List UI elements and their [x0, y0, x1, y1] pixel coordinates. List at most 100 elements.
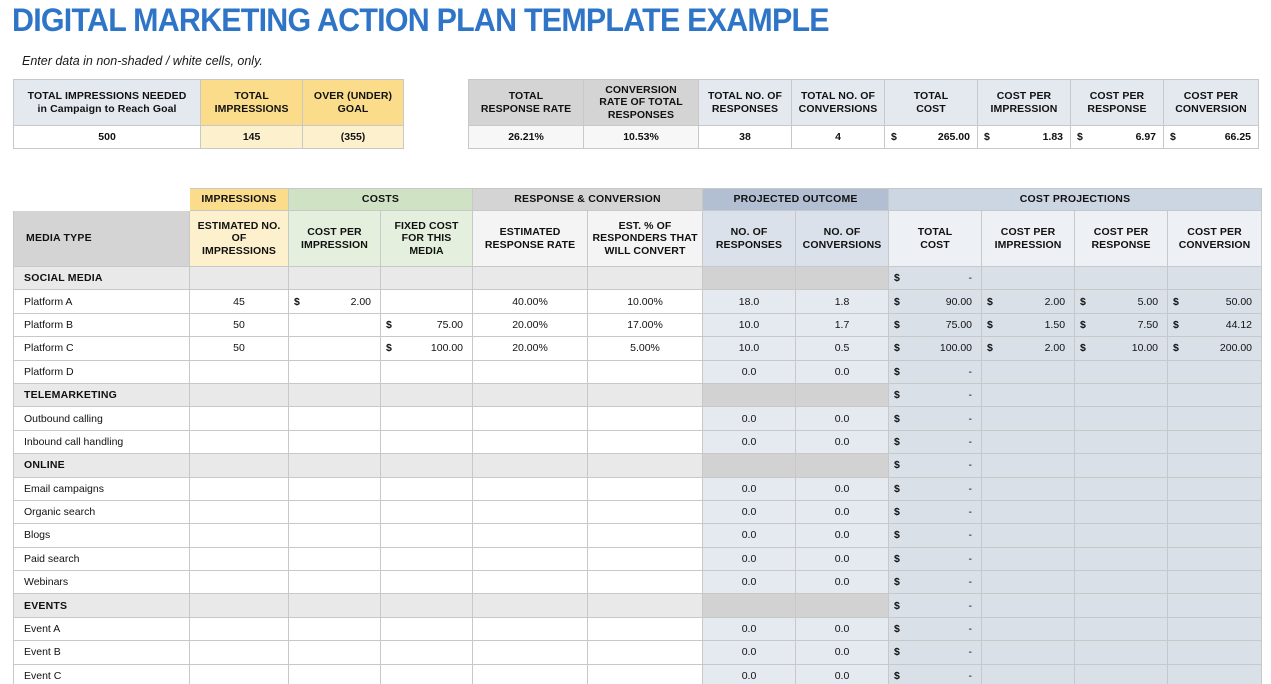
summary-right-header-3: TOTAL NO. OFCONVERSIONS	[792, 80, 885, 126]
cell-est_response_rate[interactable]	[473, 477, 588, 500]
column-header-row: MEDIA TYPEESTIMATED NO. OFIMPRESSIONSCOS…	[14, 211, 1262, 267]
cell-est_response_rate[interactable]	[473, 407, 588, 430]
cell-est_response_rate[interactable]: 20.00%	[473, 313, 588, 336]
cell-impressions[interactable]	[190, 617, 289, 640]
cell-impressions[interactable]	[190, 360, 289, 383]
cell-impressions[interactable]	[190, 477, 289, 500]
cell-est_convert[interactable]	[588, 500, 703, 523]
cell-impressions[interactable]	[190, 571, 289, 594]
cell-fixed_cost[interactable]	[381, 617, 473, 640]
cell-fixed_cost[interactable]	[381, 641, 473, 664]
cell-impressions[interactable]	[190, 641, 289, 664]
cell-est_convert[interactable]	[588, 524, 703, 547]
currency-symbol: $	[894, 436, 900, 448]
media-item-label: Blogs	[14, 524, 190, 547]
currency-symbol: $	[386, 319, 392, 331]
cell-fixed_cost[interactable]	[381, 664, 473, 684]
cell-est_response_rate[interactable]	[473, 500, 588, 523]
cell-cost_per_impression[interactable]	[289, 360, 381, 383]
cell-impressions[interactable]: 50	[190, 313, 289, 336]
cell-est_convert[interactable]	[588, 360, 703, 383]
cell-cost_per_impression[interactable]	[289, 641, 381, 664]
column-header-2: FIXED COSTFOR THISMEDIA	[381, 211, 473, 267]
cell-fixed_cost[interactable]	[381, 290, 473, 313]
summary-left-value-0[interactable]: 500	[14, 126, 201, 149]
cell-fixed_cost[interactable]	[381, 430, 473, 453]
summary-left-value-1[interactable]: 145	[201, 126, 303, 149]
cell-total_cost: $-	[889, 360, 982, 383]
cell-cost_per_impression[interactable]	[289, 617, 381, 640]
cell-est_response_rate[interactable]: 40.00%	[473, 290, 588, 313]
cell-est_convert[interactable]	[588, 617, 703, 640]
cell-cost_per_impression[interactable]	[289, 337, 381, 360]
cell-impressions[interactable]	[190, 500, 289, 523]
cell-est_convert[interactable]	[588, 664, 703, 684]
cell-est_convert[interactable]: 17.00%	[588, 313, 703, 336]
cell-total_cost: $-	[889, 664, 982, 684]
column-header-7: TOTALCOST	[889, 211, 982, 267]
cell-est_response_rate[interactable]	[473, 641, 588, 664]
cell-fixed_cost[interactable]: $75.00	[381, 313, 473, 336]
cell-fixed_cost[interactable]: $100.00	[381, 337, 473, 360]
cell-cost_per_impression[interactable]	[289, 664, 381, 684]
cell-no_conversions: 0.0	[796, 477, 889, 500]
column-header-9: COST PERRESPONSE	[1075, 211, 1168, 267]
cell-cpi	[982, 430, 1075, 453]
table-row: Platform B50$75.0020.00%17.00%10.01.7$75…	[14, 313, 1262, 336]
section-cell-6	[796, 454, 889, 477]
cell-impressions[interactable]	[190, 664, 289, 684]
cell-est_convert[interactable]	[588, 477, 703, 500]
cell-fixed_cost[interactable]	[381, 524, 473, 547]
section-label: TELEMARKETING	[14, 383, 190, 406]
cell-impressions[interactable]	[190, 524, 289, 547]
summary-right-value-4: $265.00	[885, 126, 978, 149]
cell-est_response_rate[interactable]	[473, 617, 588, 640]
cell-est_response_rate[interactable]: 20.00%	[473, 337, 588, 360]
cell-est_convert[interactable]: 5.00%	[588, 337, 703, 360]
section-cell-0	[190, 594, 289, 617]
cell-est_response_rate[interactable]	[473, 524, 588, 547]
currency-symbol: $	[894, 459, 900, 471]
cell-impressions[interactable]	[190, 430, 289, 453]
cell-est_convert[interactable]	[588, 407, 703, 430]
cell-est_convert[interactable]	[588, 641, 703, 664]
cell-est_convert[interactable]: 10.00%	[588, 290, 703, 313]
cell-cost_per_impression[interactable]	[289, 547, 381, 570]
cell-fixed_cost[interactable]	[381, 407, 473, 430]
cell-impressions[interactable]	[190, 547, 289, 570]
cell-est_response_rate[interactable]	[473, 430, 588, 453]
cell-cost_per_impression[interactable]	[289, 313, 381, 336]
cell-cpc: $200.00	[1168, 337, 1262, 360]
cell-est_convert[interactable]	[588, 430, 703, 453]
cell-est_response_rate[interactable]	[473, 547, 588, 570]
cell-est_convert[interactable]	[588, 547, 703, 570]
cell-fixed_cost[interactable]	[381, 571, 473, 594]
cell-cost_per_impression[interactable]	[289, 477, 381, 500]
cell-fixed_cost[interactable]	[381, 547, 473, 570]
cell-impressions[interactable]	[190, 407, 289, 430]
currency-symbol: $	[1173, 296, 1179, 308]
cell-fixed_cost[interactable]	[381, 500, 473, 523]
cell-no_responses: 0.0	[703, 524, 796, 547]
media-item-label: Platform B	[14, 313, 190, 336]
cell-est_convert[interactable]	[588, 571, 703, 594]
summary-left-value-2[interactable]: (355)	[303, 126, 404, 149]
cell-fixed_cost[interactable]	[381, 477, 473, 500]
cell-impressions[interactable]: 45	[190, 290, 289, 313]
cell-cost_per_impression[interactable]	[289, 407, 381, 430]
section-cell-2	[381, 383, 473, 406]
table-row: Outbound calling0.00.0$-	[14, 407, 1262, 430]
cell-cost_per_impression[interactable]	[289, 500, 381, 523]
cell-est_response_rate[interactable]	[473, 360, 588, 383]
cell-est_response_rate[interactable]	[473, 664, 588, 684]
cell-cpi: $2.00	[982, 337, 1075, 360]
cell-impressions[interactable]: 50	[190, 337, 289, 360]
summary-right-header-6: COST PERRESPONSE	[1071, 80, 1164, 126]
cell-cost_per_impression[interactable]	[289, 571, 381, 594]
cell-est_response_rate[interactable]	[473, 571, 588, 594]
cell-cost_per_impression[interactable]: $2.00	[289, 290, 381, 313]
cell-cost_per_impression[interactable]	[289, 430, 381, 453]
cell-no_conversions: 0.0	[796, 617, 889, 640]
cell-fixed_cost[interactable]	[381, 360, 473, 383]
cell-cost_per_impression[interactable]	[289, 524, 381, 547]
